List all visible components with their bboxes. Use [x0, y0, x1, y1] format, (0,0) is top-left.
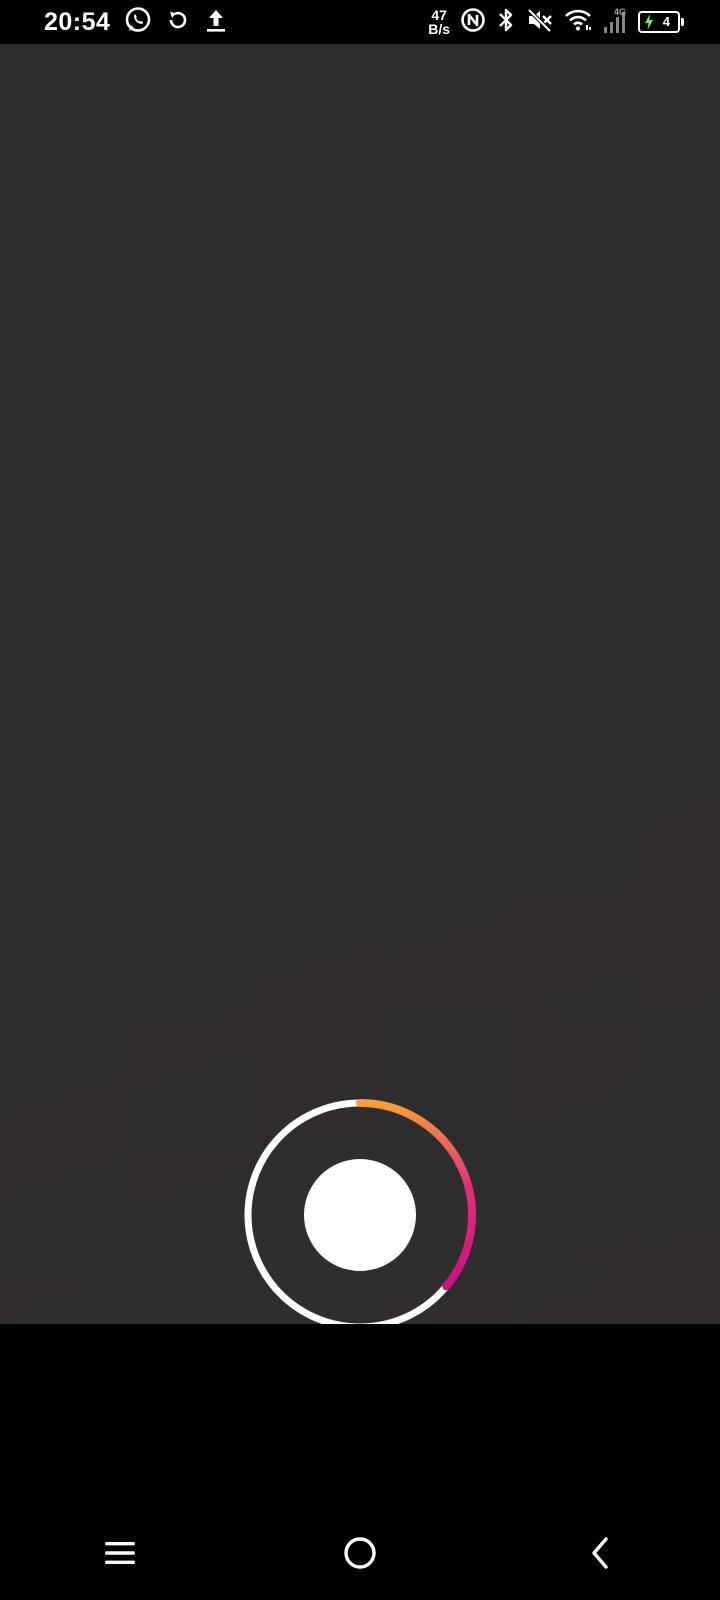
battery-charging-icon: 4 [638, 11, 684, 33]
home-icon [342, 1535, 378, 1576]
recent-apps-button[interactable] [80, 1515, 160, 1595]
back-icon [586, 1535, 614, 1576]
network-speed-value: 47 [431, 7, 447, 23]
clock: 20:54 [44, 7, 111, 36]
record-button[interactable] [242, 1097, 478, 1333]
navigation-bar [0, 1510, 720, 1600]
record-ring [244, 1099, 476, 1331]
home-button[interactable] [320, 1515, 400, 1595]
network-type: 4G [613, 6, 626, 17]
back-button[interactable] [560, 1515, 640, 1595]
nfc-icon [460, 7, 486, 38]
wifi-icon [564, 8, 592, 37]
bluetooth-icon [496, 7, 516, 38]
shutter-inner-dot [304, 1159, 416, 1271]
upload-icon [204, 7, 228, 38]
whatsapp-icon [124, 6, 152, 39]
network-speed: 47 B/s [428, 8, 450, 36]
network-speed-unit: B/s [428, 21, 450, 37]
mute-icon [526, 7, 554, 38]
menu-icon [103, 1538, 137, 1573]
status-right: 47 B/s 4G 4 [428, 0, 684, 44]
status-left: 20:54 [44, 0, 228, 44]
cellular-signal-icon: 4G [602, 5, 628, 40]
status-bar: 20:54 47 B/s 4G 4 [0, 0, 720, 44]
battery-level: 4 [662, 14, 670, 29]
sync-icon [166, 8, 190, 37]
